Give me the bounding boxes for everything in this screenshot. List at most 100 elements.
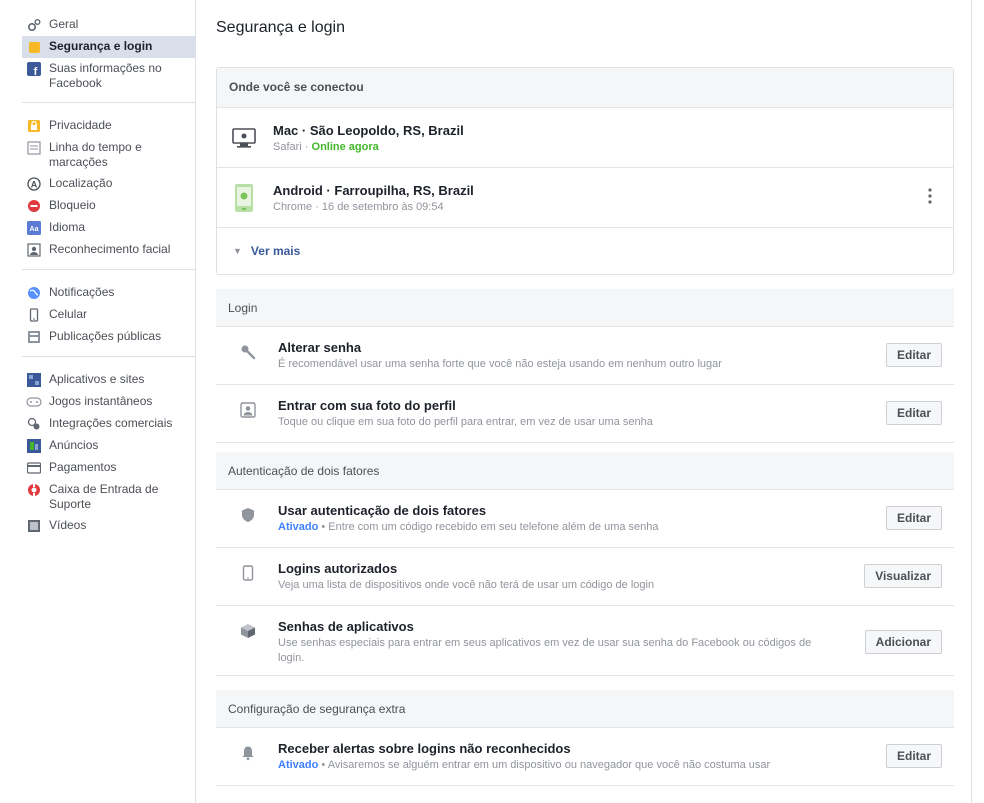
setting-description-text: • Avisaremos se alguém entrar em um disp… — [318, 759, 771, 771]
see-more-link[interactable]: ▼ Ver mais — [217, 228, 953, 274]
sidebar-item-privacidade[interactable]: Privacidade — [22, 115, 195, 137]
sidebar-item-idioma[interactable]: Aa Idioma — [22, 217, 195, 239]
sidebar-item-integracoes[interactable]: Integrações comerciais — [22, 413, 195, 435]
device-subtitle: Safari · Online agora — [273, 141, 464, 153]
edit-login-alerts-button[interactable]: Editar — [885, 744, 942, 768]
edit-profile-photo-login-button[interactable]: Editar — [885, 401, 942, 425]
location-icon: A — [26, 176, 42, 192]
face-icon — [26, 242, 42, 258]
sidebar-item-pagamentos[interactable]: Pagamentos — [22, 457, 195, 479]
more-options-icon[interactable] — [925, 188, 935, 204]
page-right-border — [971, 0, 972, 803]
setting-row-change-password[interactable]: Alterar senha É recomendável usar uma se… — [216, 327, 954, 385]
settings-sidebar: Geral Segurança e login f Suas informaçõ… — [0, 0, 196, 803]
timeline-icon — [26, 140, 42, 156]
setting-row-authorized-logins[interactable]: Logins autorizados Veja uma lista de dis… — [216, 548, 954, 606]
setting-row-use-two-factor[interactable]: Usar autenticação de dois fatores Ativad… — [216, 490, 954, 548]
device-row-android[interactable]: Android · Farroupilha, RS, Brazil Chrome… — [217, 168, 953, 228]
device-title: Mac · São Leopoldo, RS, Brazil — [273, 122, 464, 138]
globe-icon — [26, 285, 42, 301]
view-authorized-logins-button[interactable]: Visualizar — [864, 564, 942, 588]
payments-icon — [26, 460, 42, 476]
setting-row-login-alerts[interactable]: Receber alertas sobre logins não reconhe… — [216, 728, 954, 786]
sidebar-item-label: Celular — [49, 307, 88, 321]
login-section-header: Login — [216, 289, 954, 327]
mobile-icon — [26, 307, 42, 323]
sidebar-item-label: Privacidade — [49, 118, 112, 132]
sidebar-group-account: Geral Segurança e login f Suas informaçõ… — [22, 0, 195, 103]
sidebar-item-label: Vídeos — [49, 518, 87, 532]
setting-description-text: • Entre com um código recebido em seu te… — [318, 521, 659, 533]
android-phone-icon — [229, 183, 259, 213]
setting-title: Receber alertas sobre logins não reconhe… — [278, 741, 571, 756]
setting-text: Entrar com sua foto do perfil Toque ou c… — [278, 398, 942, 430]
setting-description: Ativado • Avisaremos se alguém entrar em… — [278, 758, 812, 773]
sidebar-item-celular[interactable]: Celular — [22, 304, 195, 326]
setting-text: Usar autenticação de dois fatores Ativad… — [278, 503, 942, 535]
setting-title: Entrar com sua foto do perfil — [278, 398, 456, 413]
sidebar-item-label: Segurança e login — [49, 39, 153, 53]
sidebar-item-jogos[interactable]: Jogos instantâneos — [22, 391, 195, 413]
device-browser: Safari · — [273, 140, 312, 153]
sidebar-item-publicacoes[interactable]: Publicações públicas — [22, 326, 195, 348]
key-icon — [238, 342, 258, 362]
apps-icon — [26, 372, 42, 388]
sidebar-item-suporte[interactable]: Caixa de Entrada de Suporte — [22, 479, 195, 515]
svg-text:f: f — [34, 66, 38, 76]
gears-icon — [26, 17, 42, 33]
posts-icon — [26, 329, 42, 345]
sidebar-item-aplicativos[interactable]: Aplicativos e sites — [22, 369, 195, 391]
sidebar-item-label: Jogos instantâneos — [49, 394, 153, 408]
device-title: Android · Farroupilha, RS, Brazil — [273, 182, 474, 198]
sidebar-item-label: Idioma — [49, 220, 86, 234]
sidebar-item-label: Bloqueio — [49, 198, 96, 212]
login-section: Login Alterar senha É recomendável usar … — [216, 289, 954, 443]
setting-row-profile-photo-login[interactable]: Entrar com sua foto do perfil Toque ou c… — [216, 385, 954, 443]
sidebar-item-label: Suas informações no Facebook — [49, 61, 162, 90]
add-app-password-button[interactable]: Adicionar — [864, 630, 942, 654]
edit-password-button[interactable]: Editar — [885, 343, 942, 367]
sidebar-item-seguranca[interactable]: Segurança e login — [22, 36, 195, 58]
setting-title: Usar autenticação de dois fatores — [278, 503, 487, 518]
sidebar-item-label: Localização — [49, 176, 113, 190]
sidebar-item-informacoes[interactable]: f Suas informações no Facebook — [22, 58, 195, 94]
sidebar-item-linha-tempo[interactable]: Linha do tempo e marcações — [22, 137, 195, 173]
sidebar-item-geral[interactable]: Geral — [22, 14, 195, 36]
sidebar-item-notificacoes[interactable]: Notificações — [22, 282, 195, 304]
sidebar-item-localizacao[interactable]: A Localização — [22, 173, 195, 195]
games-icon — [26, 394, 42, 410]
mobile-icon — [238, 563, 258, 583]
sidebar-item-videos[interactable]: Vídeos — [22, 515, 195, 537]
setting-text: Logins autorizados Veja uma lista de dis… — [278, 561, 942, 593]
setting-text: Alterar senha É recomendável usar uma se… — [278, 340, 942, 372]
sidebar-group-privacy: Privacidade Linha do tempo e marcações A… — [22, 103, 195, 270]
status-enabled: Ativado — [278, 521, 319, 533]
sidebar-item-label: Pagamentos — [49, 460, 117, 474]
setting-text: Receber alertas sobre logins não reconhe… — [278, 741, 942, 773]
edit-two-factor-button[interactable]: Editar — [885, 506, 942, 530]
sidebar-item-label: Publicações públicas — [49, 329, 162, 343]
sidebar-item-label: Aplicativos e sites — [49, 372, 145, 386]
sidebar-item-label: Caixa de Entrada de Suporte — [49, 482, 159, 511]
setting-title: Alterar senha — [278, 340, 362, 355]
sidebar-item-label: Anúncios — [49, 438, 99, 452]
setting-text: Senhas de aplicativos Use senhas especia… — [278, 619, 942, 666]
desktop-icon — [229, 123, 259, 153]
where-logged-in-header: Onde você se conectou — [217, 68, 953, 108]
caret-down-icon: ▼ — [233, 246, 242, 256]
sidebar-item-bloqueio[interactable]: Bloqueio — [22, 195, 195, 217]
two-factor-section: Autenticação de dois fatores Usar autent… — [216, 452, 954, 676]
device-row-mac[interactable]: Mac · São Leopoldo, RS, Brazil Safari · … — [217, 108, 953, 168]
sidebar-item-label: Notificações — [49, 285, 115, 299]
device-subtitle: Chrome · 16 de setembro às 09:54 — [273, 200, 444, 213]
see-more-label: Ver mais — [250, 244, 301, 258]
sidebar-item-anuncios[interactable]: Anúncios — [22, 435, 195, 457]
sidebar-item-label: Geral — [49, 17, 79, 31]
setting-row-app-passwords[interactable]: Senhas de aplicativos Use senhas especia… — [216, 606, 954, 676]
page-title: Segurança e login — [216, 19, 345, 36]
profile-photo-icon — [238, 400, 258, 420]
sidebar-item-reconhecimento[interactable]: Reconhecimento facial — [22, 239, 195, 261]
device-info: Android · Farroupilha, RS, Brazil Chrome… — [273, 183, 474, 213]
sidebar-item-label: Reconhecimento facial — [49, 242, 171, 256]
sidebar-item-label: Linha do tempo e marcações — [49, 140, 142, 169]
